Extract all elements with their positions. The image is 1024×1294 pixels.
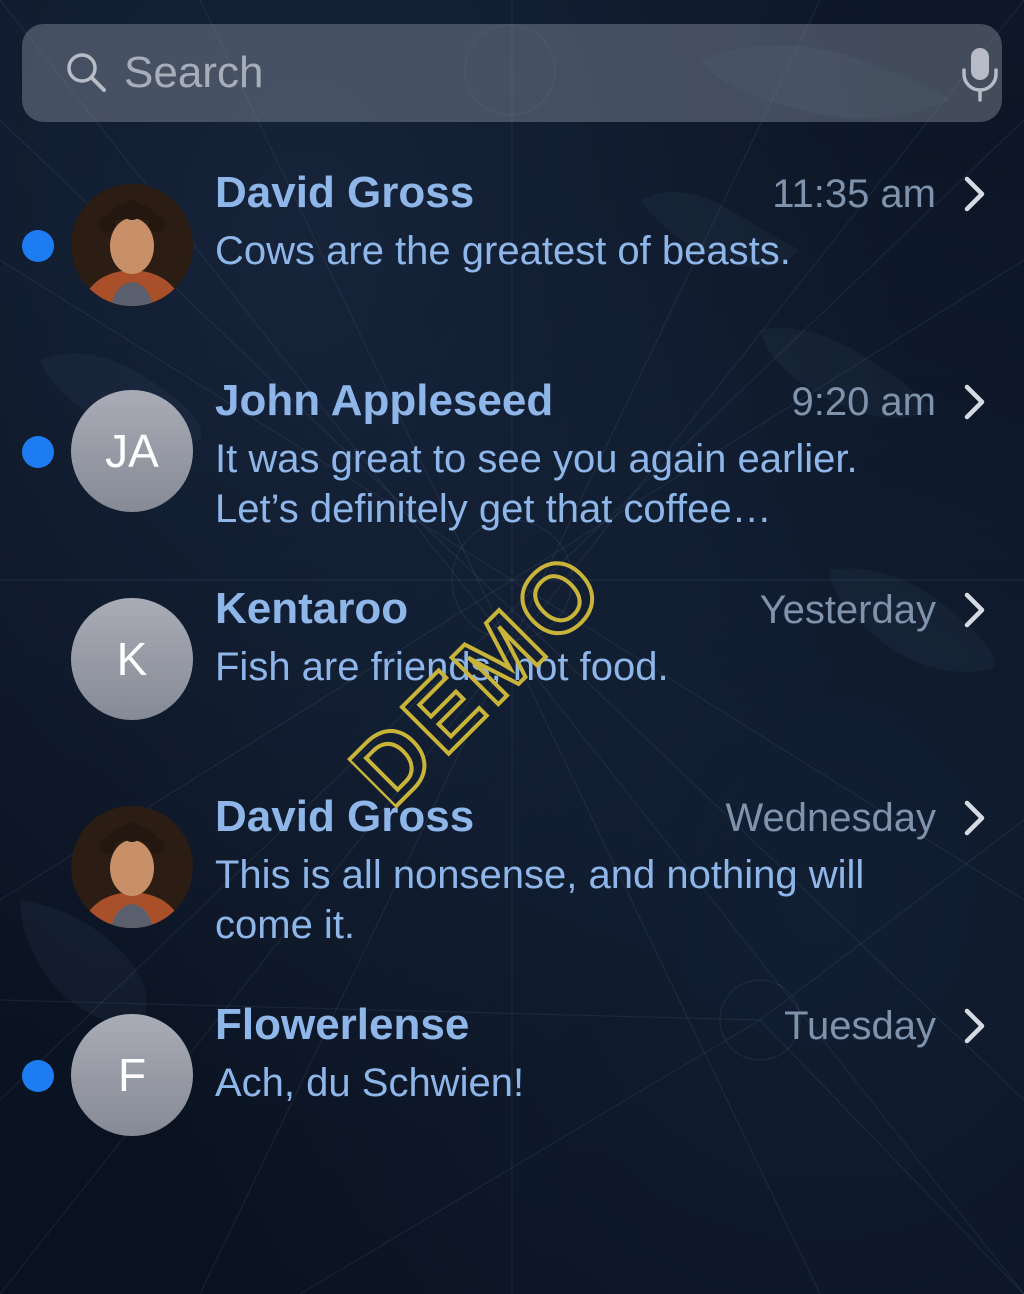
unread-indicator (22, 1060, 54, 1092)
message-time: Wednesday (725, 796, 936, 840)
search-input[interactable] (124, 46, 924, 100)
chevron-right-icon (964, 1008, 985, 1044)
contact-name: David Gross (215, 792, 475, 841)
chevron-right-icon (964, 592, 985, 628)
conversation-row[interactable]: David Gross 11:35 am Cows are the greate… (0, 160, 1024, 360)
contact-name: David Gross (215, 168, 475, 217)
message-preview: Cows are the greatest of beasts. (215, 229, 791, 273)
avatar-photo-icon (71, 184, 193, 306)
avatar: K (71, 598, 193, 720)
contact-name: John Appleseed (215, 376, 554, 425)
avatar: F (71, 1014, 193, 1136)
message-time: Yesterday (759, 588, 936, 632)
microphone-icon[interactable] (960, 46, 1000, 102)
conversation-row[interactable]: JA John Appleseed 9:20 am It was great t… (0, 368, 1024, 568)
search-icon (67, 53, 106, 92)
message-time: 9:20 am (791, 380, 936, 424)
message-preview: Ach, du Schwien! (215, 1061, 525, 1105)
message-preview: Fish are friends, not food. (215, 645, 669, 689)
unread-indicator (22, 436, 54, 468)
avatar (71, 806, 193, 928)
chevron-right-icon (964, 384, 985, 420)
message-time: Tuesday (784, 1004, 936, 1048)
chevron-right-icon (964, 800, 985, 836)
message-preview: It was great to see you again earlier. L… (215, 437, 858, 531)
chevron-right-icon (964, 176, 985, 212)
avatar: JA (71, 390, 193, 512)
conversation-row[interactable]: K Kentaroo Yesterday Fish are friends, n… (0, 576, 1024, 776)
message-time: 11:35 am (772, 172, 936, 216)
conversation-row[interactable]: David Gross Wednesday This is all nonsen… (0, 784, 1024, 984)
message-preview: This is all nonsense, and nothing will c… (215, 853, 865, 947)
search-bar[interactable] (22, 24, 1002, 122)
conversation-row[interactable]: F Flowerlense Tuesday Ach, du Schwien! (0, 992, 1024, 1192)
unread-indicator (22, 230, 54, 262)
avatar (71, 184, 193, 306)
contact-name: Kentaroo (215, 584, 409, 633)
avatar-photo-icon (71, 806, 193, 928)
contact-name: Flowerlense (215, 1000, 470, 1049)
